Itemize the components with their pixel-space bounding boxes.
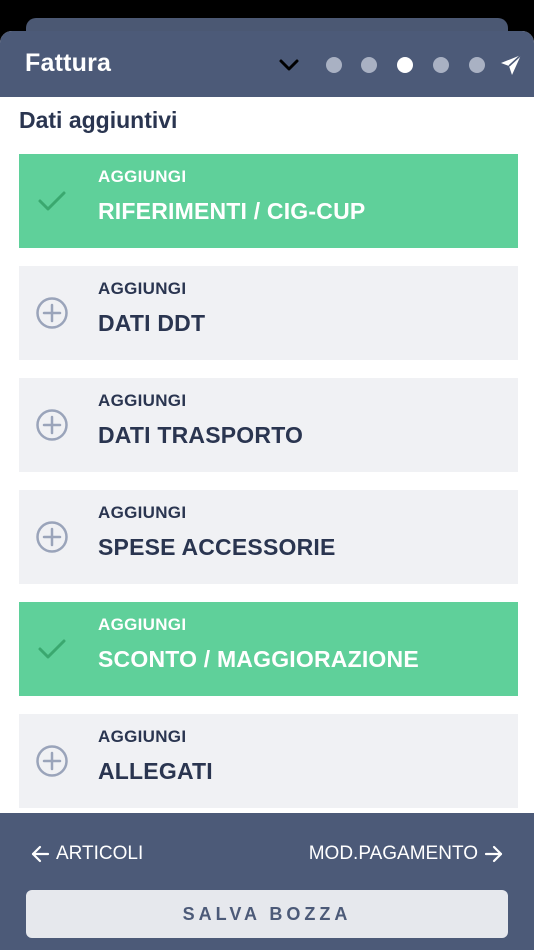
back-articoli-link[interactable]: ARTICOLI — [30, 843, 143, 865]
add-dati-trasporto-item[interactable]: AGGIUNGI DATI TRASPORTO — [19, 378, 518, 472]
check-icon — [38, 639, 66, 659]
item-label: SCONTO / MAGGIORAZIONE — [98, 646, 419, 672]
item-kicker: AGGIUNGI — [98, 167, 187, 186]
item-kicker: AGGIUNGI — [98, 279, 187, 298]
item-label: SPESE ACCESSORIE — [98, 534, 336, 560]
plus-circle-icon — [36, 297, 68, 329]
chevron-down-icon[interactable] — [277, 55, 301, 75]
add-dati-ddt-item[interactable]: AGGIUNGI DATI DDT — [19, 266, 518, 360]
item-kicker: AGGIUNGI — [98, 727, 187, 746]
item-label: DATI DDT — [98, 310, 206, 336]
arrow-right-icon — [484, 845, 503, 863]
plus-circle-icon — [36, 409, 68, 441]
save-draft-button[interactable]: SALVA BOZZA — [26, 890, 508, 938]
next-label: MOD.PAGAMENTO — [308, 843, 478, 864]
step-dot-1[interactable] — [326, 57, 342, 73]
item-kicker: AGGIUNGI — [98, 615, 187, 634]
section-title: Dati aggiuntivi — [19, 107, 178, 133]
page-title: Fattura — [25, 49, 112, 77]
add-riferimenti-item[interactable]: AGGIUNGI RIFERIMENTI / CIG-CUP — [19, 154, 518, 248]
add-sconto-item[interactable]: AGGIUNGI SCONTO / MAGGIORAZIONE — [19, 602, 518, 696]
item-kicker: AGGIUNGI — [98, 503, 187, 522]
arrow-left-icon — [31, 845, 50, 863]
step-dot-3[interactable] — [397, 57, 413, 73]
back-label: ARTICOLI — [56, 843, 144, 864]
plus-circle-icon — [36, 745, 68, 777]
item-label: ALLEGATI — [98, 758, 213, 784]
step-dot-5[interactable] — [469, 57, 485, 73]
send-icon[interactable] — [499, 53, 523, 77]
check-icon — [38, 191, 66, 211]
step-dot-2[interactable] — [361, 57, 377, 73]
header: Fattura — [0, 31, 534, 97]
next-pagamento-link[interactable]: MOD.PAGAMENTO — [309, 843, 504, 865]
invoice-sheet: Fattura Dati aggiuntivi AGGIUNGI RIFERIM… — [0, 31, 534, 950]
item-label: RIFERIMENTI / CIG-CUP — [98, 198, 366, 224]
plus-circle-icon — [36, 521, 68, 553]
item-kicker: AGGIUNGI — [98, 391, 187, 410]
item-label: DATI TRASPORTO — [98, 422, 304, 448]
add-spese-accessorie-item[interactable]: AGGIUNGI SPESE ACCESSORIE — [19, 490, 518, 584]
step-dot-4[interactable] — [433, 57, 449, 73]
footer: ARTICOLI MOD.PAGAMENTO SALVA BOZZA — [0, 813, 534, 950]
add-allegati-item[interactable]: AGGIUNGI ALLEGATI — [19, 714, 518, 808]
